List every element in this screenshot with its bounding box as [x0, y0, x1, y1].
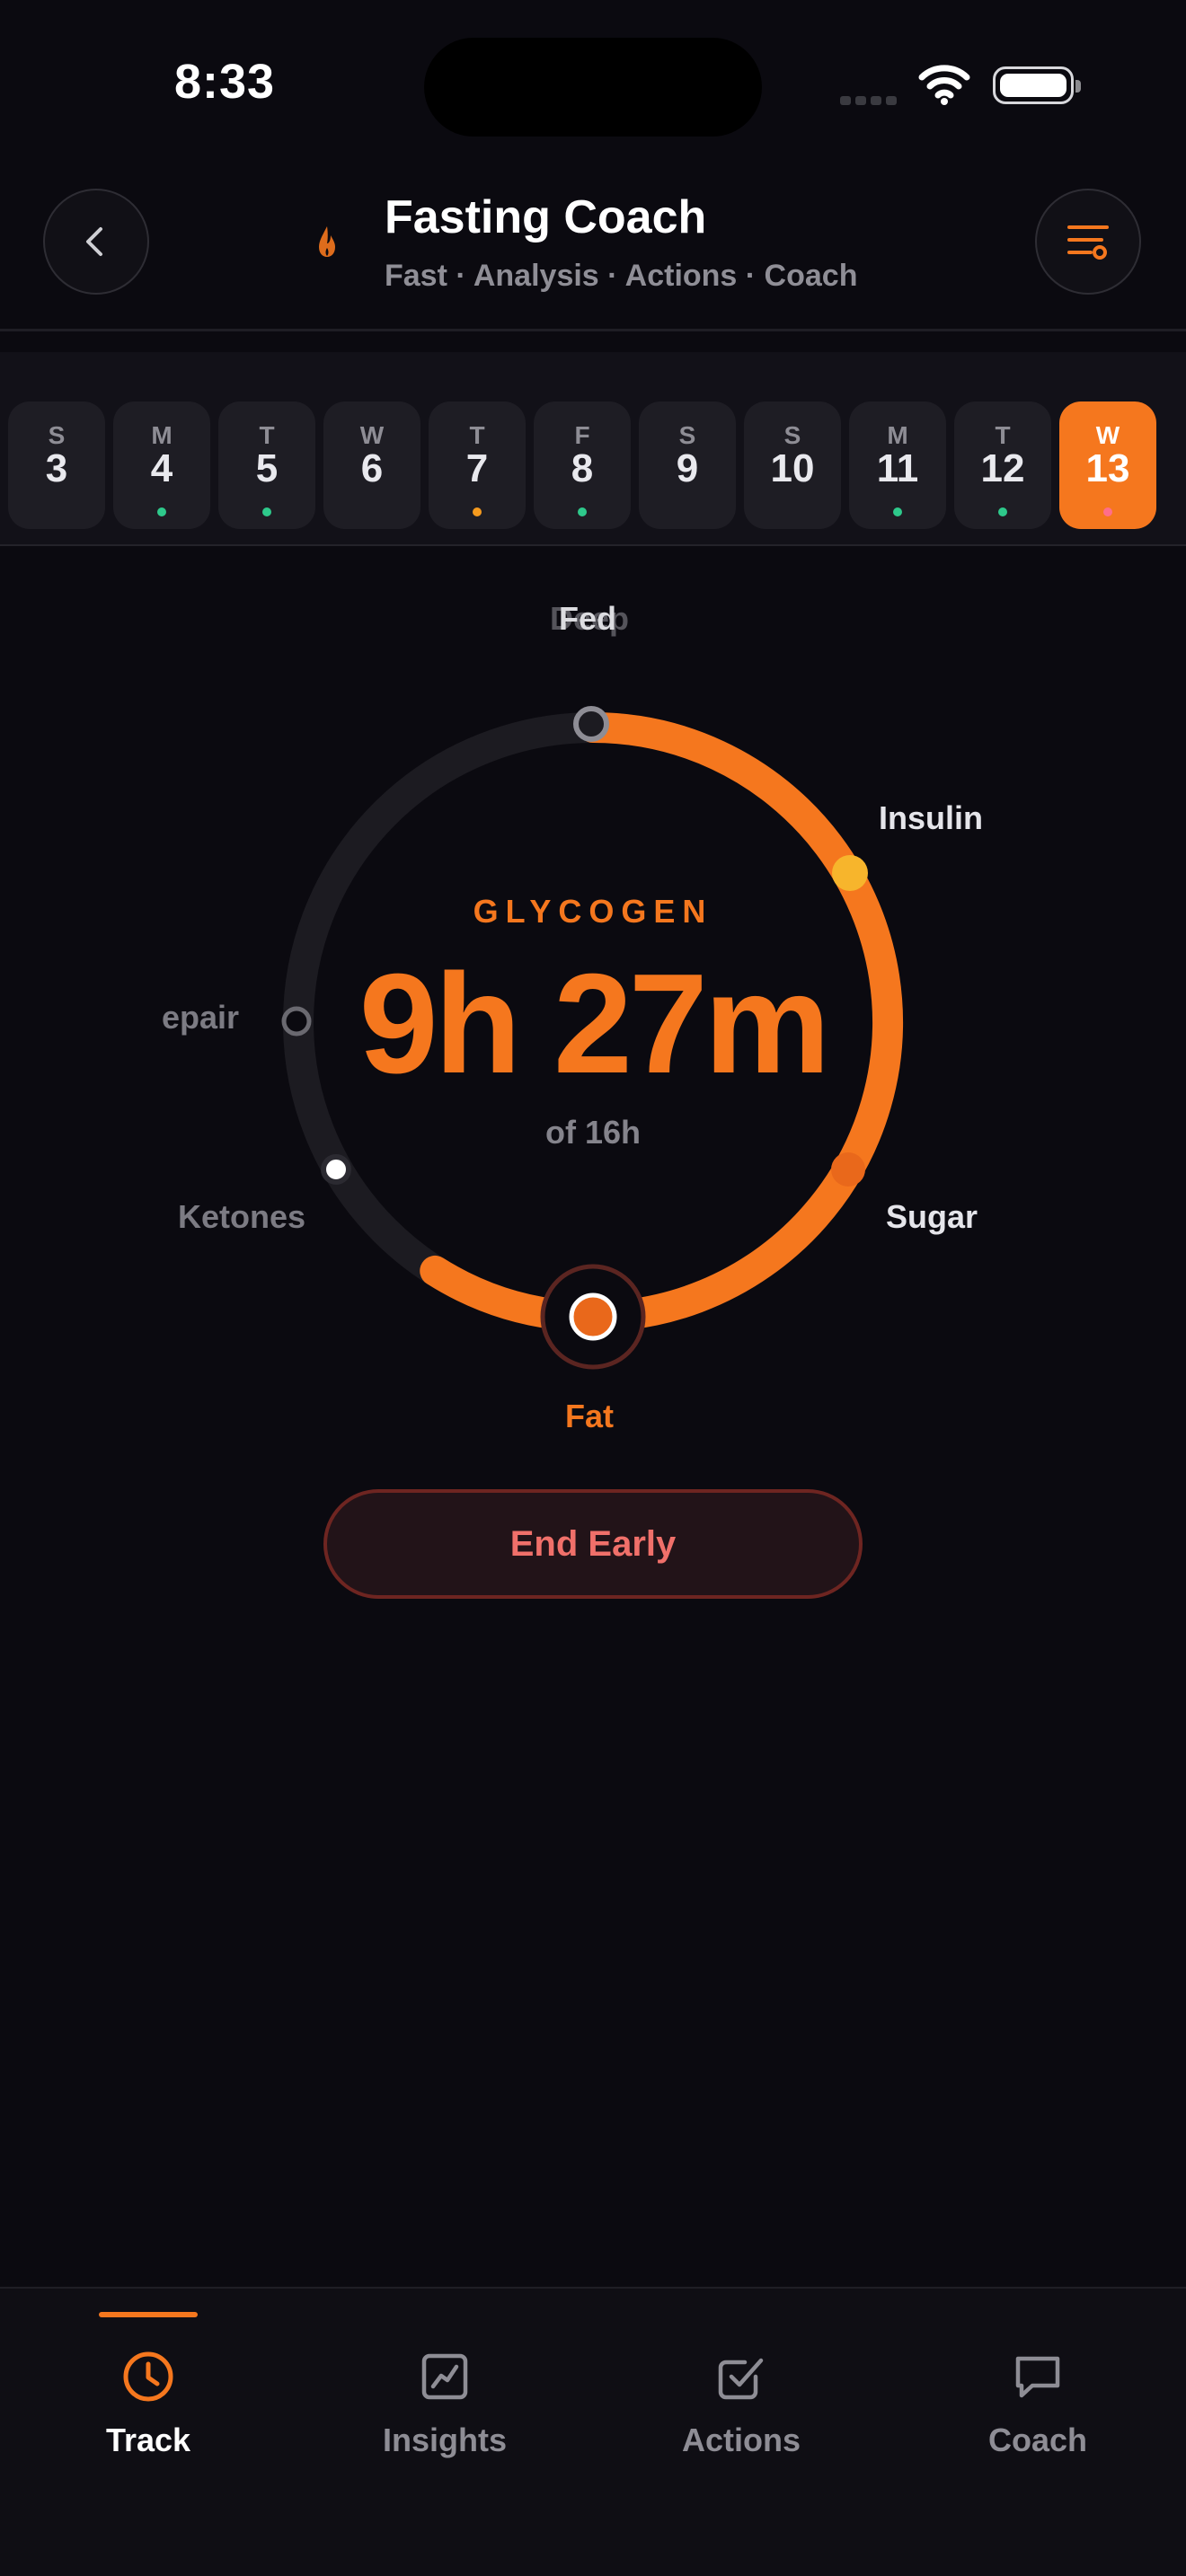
marker-sugar [831, 1152, 865, 1187]
chat-icon [1015, 2356, 1060, 2398]
tab-label: Coach [987, 2422, 1088, 2458]
date-number: 6 [360, 446, 384, 490]
date-item[interactable]: M4 [113, 401, 210, 529]
current-marker [569, 1292, 617, 1341]
back-button[interactable] [43, 189, 149, 295]
chevron-left-icon [86, 227, 102, 256]
stage-label-insulin: Insulin [879, 799, 983, 836]
sliders-icon [1067, 225, 1109, 260]
stage-label-fat: Fat [565, 1398, 614, 1434]
page-title: Fasting Coach [385, 191, 707, 243]
filter-button[interactable] [1035, 189, 1141, 295]
status-dot [262, 507, 271, 516]
fasting-goal: of 16h [544, 1114, 641, 1151]
status-dot [1103, 507, 1112, 516]
flame-icon [319, 226, 335, 257]
date-number: 9 [676, 446, 699, 490]
stage-label-sugar: Sugar [886, 1198, 978, 1235]
date-number: 11 [876, 446, 919, 490]
active-tab-indicator [99, 2312, 198, 2317]
date-item[interactable]: F8 [534, 401, 631, 529]
marker-ketones [321, 1154, 351, 1185]
date-number: 3 [45, 446, 68, 490]
date-item[interactable]: M 11 [849, 401, 946, 529]
tab-coach[interactable]: Coach [890, 2289, 1186, 2513]
stage-label-ketones: Ketones [178, 1198, 306, 1235]
checkbox-icon [718, 2358, 764, 2400]
header-divider [0, 329, 1186, 331]
elapsed-time: 9h 27m [358, 945, 831, 1103]
date-number: 10 [770, 446, 815, 490]
cellular-signal-icon [840, 93, 901, 110]
clock-icon [123, 2351, 173, 2402]
date-number: 8 [571, 446, 594, 490]
status-dot [893, 507, 902, 516]
date-number: 5 [255, 446, 279, 490]
status-dot [998, 507, 1007, 516]
date-item[interactable]: S3 [8, 401, 105, 529]
marker-insulin [832, 855, 868, 891]
tab-label: Insights [382, 2422, 507, 2458]
date-number: 7 [465, 446, 489, 490]
date-item[interactable]: S9 [639, 401, 736, 529]
end-early-button[interactable]: End Early [323, 1489, 863, 1599]
tab-label: Actions [681, 2422, 801, 2458]
page-subtitle: Fast · Analysis · Actions · Coach [385, 259, 858, 293]
dynamic-island [424, 38, 762, 137]
battery-icon [993, 66, 1081, 104]
date-item[interactable]: S 10 [744, 401, 841, 529]
tab-actions[interactable]: Actions [593, 2289, 890, 2513]
stage-label-fed: Fed [559, 600, 617, 637]
date-item[interactable]: T 12 [954, 401, 1051, 529]
tab-label: Track [105, 2422, 191, 2458]
tab-insights[interactable]: Insights [296, 2289, 593, 2513]
status-dot [473, 507, 482, 516]
date-number: 4 [150, 446, 173, 490]
marker-fed [573, 706, 609, 742]
status-time: 8:33 [173, 55, 276, 109]
date-strip: S 3 M 4 T 5 W 6 T 7 F 8 S 9 S 10 M 11 T 12 W 13 [0, 352, 1186, 546]
chart-icon [421, 2353, 468, 2400]
status-dot [578, 507, 587, 516]
fasting-phase-label: GLYCOGEN [473, 893, 713, 930]
date-item-selected[interactable]: W 13 [1059, 401, 1156, 529]
wifi-icon [918, 65, 970, 105]
tab-track[interactable]: Track [0, 2289, 296, 2513]
date-item[interactable]: T7 [429, 401, 526, 529]
date-number: 13 [1085, 446, 1130, 490]
tab-bar: Track Insights Actions Coach [0, 2287, 1186, 2576]
date-item[interactable]: T5 [218, 401, 315, 529]
status-dot [157, 507, 166, 516]
date-number: 12 [980, 446, 1025, 490]
date-item[interactable]: W6 [323, 401, 420, 529]
